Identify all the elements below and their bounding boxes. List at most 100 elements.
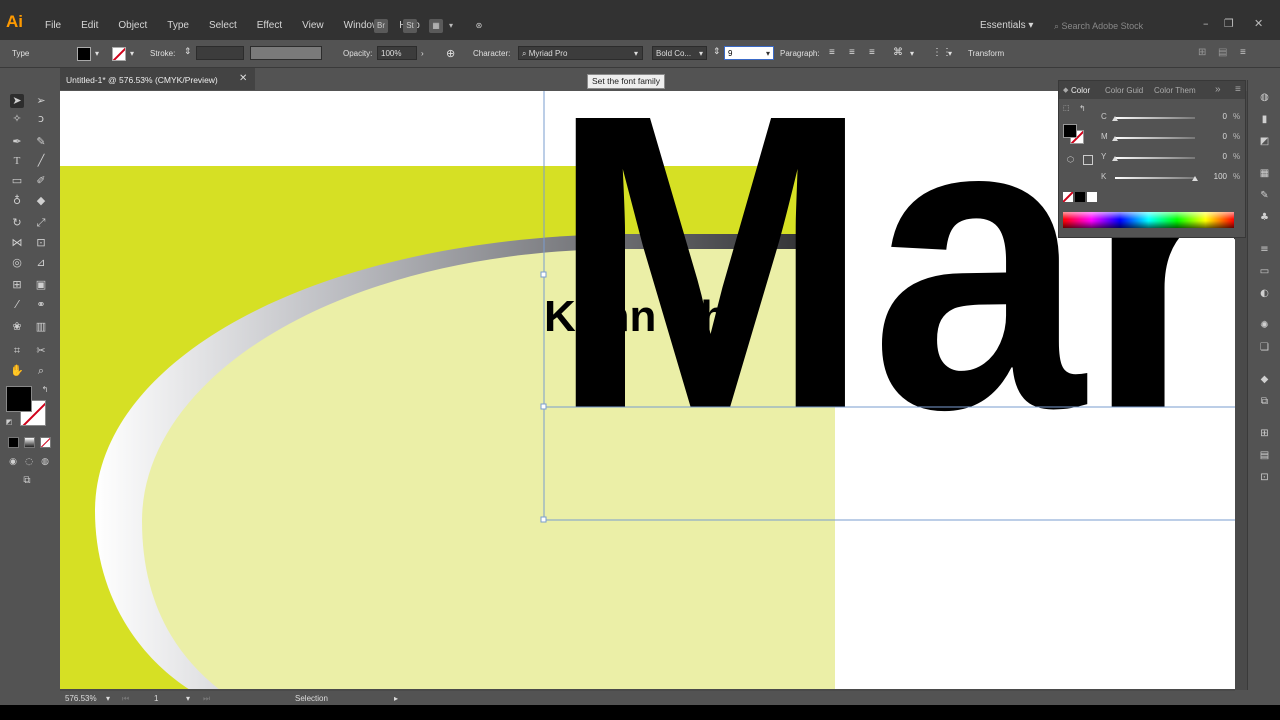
- chevron-down-icon[interactable]: ▾: [634, 47, 638, 61]
- eraser-icon[interactable]: ◆: [34, 194, 48, 208]
- none-swatch[interactable]: [1063, 192, 1073, 202]
- type-tool-icon[interactable]: T: [10, 154, 24, 168]
- info-icon[interactable]: ◩: [1258, 136, 1271, 148]
- gradient-tool-icon[interactable]: ▣: [34, 278, 48, 292]
- scale-tool-icon[interactable]: ⤢: [34, 216, 48, 230]
- menu-select[interactable]: Select: [199, 18, 247, 34]
- text-warp-icon[interactable]: ⌘: [893, 47, 903, 58]
- transform-panel-icon[interactable]: ⊡: [1258, 472, 1271, 484]
- zoom-tool-icon[interactable]: ⌕: [34, 364, 48, 378]
- width-tool-icon[interactable]: ⋈: [10, 236, 24, 250]
- chevron-down-icon[interactable]: ▾: [106, 694, 110, 703]
- blend-tool-icon[interactable]: ⚭: [34, 298, 48, 312]
- opacity-field[interactable]: 100%: [377, 46, 417, 60]
- fill-swatch[interactable]: [77, 47, 91, 61]
- document-icon[interactable]: ▮: [1258, 114, 1271, 126]
- chevron-right-icon[interactable]: ▸: [394, 694, 398, 703]
- perspective-grid-icon[interactable]: ⊿: [34, 256, 48, 270]
- stroke-weight-field[interactable]: [196, 46, 244, 60]
- chevron-down-icon[interactable]: ▾: [130, 49, 134, 58]
- paragraph-label[interactable]: Paragraph:: [780, 49, 820, 58]
- panel-menu-icon[interactable]: ≡: [1240, 47, 1246, 58]
- arrange-documents-icon[interactable]: ▦: [429, 19, 443, 33]
- transparency-icon[interactable]: ◐: [1258, 288, 1271, 300]
- close-icon[interactable]: ✕: [239, 73, 247, 84]
- fill-color-box[interactable]: [1063, 124, 1077, 138]
- chevron-down-icon[interactable]: ▾: [948, 49, 952, 58]
- zoom-level[interactable]: 576.53%: [65, 694, 97, 703]
- chevron-down-icon[interactable]: ▾: [186, 694, 190, 703]
- align-right-icon[interactable]: ≡: [869, 47, 875, 58]
- eyedropper-icon[interactable]: ⁄: [10, 298, 24, 312]
- tab-color-guide[interactable]: Color Guid: [1105, 86, 1143, 95]
- mesh-tool-icon[interactable]: ⊞: [10, 278, 24, 292]
- chevron-right-icon[interactable]: ›: [421, 49, 424, 58]
- align-panel-icon[interactable]: ⊞: [1258, 428, 1271, 440]
- default-colors-icon[interactable]: ◩: [2, 415, 16, 429]
- graphic-styles-icon[interactable]: ❏: [1258, 342, 1271, 354]
- transform-label[interactable]: Transform: [968, 49, 1004, 58]
- workspace-switcher[interactable]: Essentials ▾: [980, 20, 1033, 31]
- line-tool-icon[interactable]: ╱: [34, 154, 48, 168]
- minimize-icon[interactable]: –: [1203, 17, 1209, 30]
- default-colors-icon[interactable]: ⬚: [1063, 104, 1070, 112]
- column-graph-icon[interactable]: ▥: [34, 320, 48, 334]
- lasso-icon[interactable]: ↄ: [34, 112, 48, 126]
- color-mode-icon[interactable]: [8, 437, 19, 448]
- restore-icon[interactable]: ❐: [1224, 17, 1234, 30]
- chevron-right-icon[interactable]: »: [1215, 84, 1221, 95]
- font-style-field[interactable]: Bold Co... ▾: [652, 46, 707, 60]
- artboard-tool-icon[interactable]: ⌗: [10, 344, 24, 358]
- color-spectrum[interactable]: [1063, 212, 1234, 228]
- menu-edit[interactable]: Edit: [71, 18, 108, 34]
- slider-black[interactable]: K 100 %: [1059, 172, 1245, 184]
- free-transform-icon[interactable]: ⊡: [34, 236, 48, 250]
- pen-tool-icon[interactable]: ✒: [10, 135, 24, 149]
- menu-type[interactable]: Type: [157, 18, 199, 34]
- font-family-field[interactable]: ⌕ Myriad Pro ▾: [518, 46, 643, 60]
- none-mode-icon[interactable]: [40, 437, 51, 448]
- layers-icon[interactable]: ◆: [1258, 374, 1271, 386]
- character-label[interactable]: Character:: [473, 49, 510, 58]
- gradient-mode-icon[interactable]: [24, 437, 35, 448]
- slice-tool-icon[interactable]: ✂: [34, 344, 48, 358]
- shape-builder-icon[interactable]: ◎: [10, 256, 24, 270]
- draw-normal-icon[interactable]: ◉: [6, 455, 20, 469]
- menu-view[interactable]: View: [292, 18, 334, 34]
- white-swatch[interactable]: [1087, 192, 1097, 202]
- chevron-down-icon[interactable]: ▾: [449, 21, 453, 30]
- color-panel-icon[interactable]: ◍: [1258, 92, 1271, 104]
- rectangle-tool-icon[interactable]: ▭: [10, 174, 24, 188]
- stroke-panel-icon[interactable]: ≡: [1258, 244, 1271, 256]
- magic-wand-icon[interactable]: ✧: [10, 112, 24, 126]
- chevron-down-icon[interactable]: ▾: [95, 49, 99, 58]
- shaper-tool-icon[interactable]: ♁: [10, 194, 24, 208]
- swap-colors-icon[interactable]: ↰: [38, 383, 52, 397]
- stock-button[interactable]: St: [403, 19, 417, 33]
- tab-color-themes[interactable]: Color Them: [1154, 86, 1196, 95]
- sync-icon[interactable]: ⊛: [472, 19, 486, 33]
- pathfinder-icon[interactable]: ▤: [1258, 450, 1271, 462]
- rotate-tool-icon[interactable]: ↻: [10, 216, 24, 230]
- bridge-button[interactable]: Br: [374, 19, 388, 33]
- appearance-icon[interactable]: ✺: [1258, 320, 1271, 332]
- panel-collapse-icon[interactable]: ◆: [1063, 86, 1068, 94]
- symbols-icon[interactable]: ♣: [1258, 212, 1271, 224]
- fill-color-box[interactable]: [6, 386, 32, 412]
- stroke-weight-stepper[interactable]: ⇕: [184, 46, 192, 57]
- direct-selection-tool-icon[interactable]: ➢: [34, 94, 48, 108]
- curvature-tool-icon[interactable]: ✎: [34, 135, 48, 149]
- first-artboard-icon[interactable]: ⏮: [122, 694, 129, 704]
- recolor-icon[interactable]: ⊕: [446, 47, 455, 60]
- brushes-icon[interactable]: ✎: [1258, 190, 1271, 202]
- align-left-icon[interactable]: ≡: [829, 47, 835, 58]
- menu-object[interactable]: Object: [108, 18, 157, 34]
- gradient-panel-icon[interactable]: ▭: [1258, 266, 1271, 278]
- font-size-stepper[interactable]: ⇕: [713, 46, 721, 57]
- symbol-sprayer-icon[interactable]: ❀: [10, 320, 24, 334]
- last-artboard-icon[interactable]: ⏭: [203, 694, 210, 704]
- paintbrush-icon[interactable]: ✐: [34, 174, 48, 188]
- draw-inside-icon[interactable]: ◍: [38, 455, 52, 469]
- align-center-icon[interactable]: ≡: [849, 47, 855, 58]
- slider-magenta[interactable]: M 0 %: [1059, 132, 1245, 144]
